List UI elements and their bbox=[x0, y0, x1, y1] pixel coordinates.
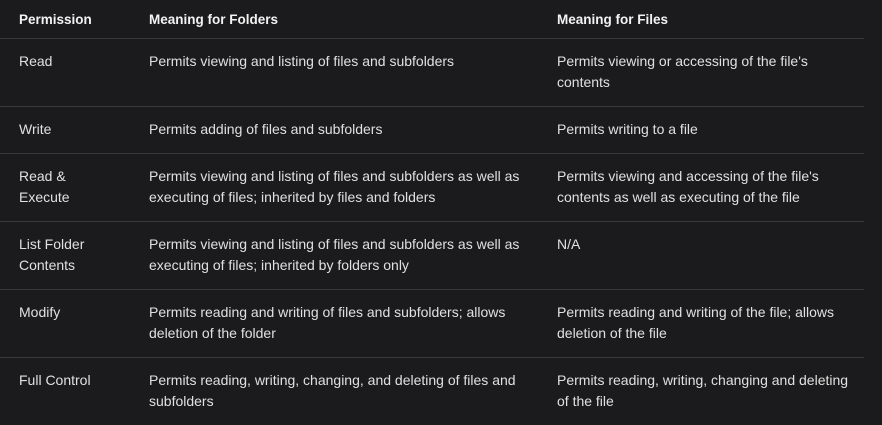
cell-permission: Modify bbox=[0, 289, 130, 358]
table-row: Read & Execute Permits viewing and listi… bbox=[0, 153, 864, 222]
table-row: Write Permits adding of files and subfol… bbox=[0, 106, 864, 154]
cell-folders: Permits adding of files and subfolders bbox=[130, 106, 537, 154]
header-row: Permission Meaning for Folders Meaning f… bbox=[0, 0, 864, 39]
table-row: Read Permits viewing and listing of file… bbox=[0, 38, 864, 107]
permissions-table: Permission Meaning for Folders Meaning f… bbox=[0, 0, 864, 425]
table-row: Full Control Permits reading, writing, c… bbox=[0, 358, 864, 425]
cell-files: Permits viewing and accessing of the fil… bbox=[537, 153, 864, 222]
cell-permission: Write bbox=[0, 106, 130, 154]
header-folders: Meaning for Folders bbox=[130, 0, 537, 39]
table-row: Modify Permits reading and writing of fi… bbox=[0, 289, 864, 358]
cell-files: Permits reading, writing, changing and d… bbox=[557, 372, 849, 409]
cell-folders: Permits reading and writing of files and… bbox=[130, 289, 537, 358]
cell-folders: Permits reading, writing, changing, and … bbox=[149, 372, 516, 409]
table-body: Read Permits viewing and listing of file… bbox=[0, 38, 864, 425]
cell-files: Permits viewing or accessing of the file… bbox=[537, 38, 864, 107]
cell-permission: Full Control bbox=[19, 372, 91, 388]
header-files: Meaning for Files bbox=[537, 0, 864, 39]
cell-folders: Permits viewing and listing of files and… bbox=[130, 38, 537, 107]
table-row: List Folder Contents Permits viewing and… bbox=[0, 221, 864, 290]
cell-files: N/A bbox=[537, 221, 864, 290]
cell-permission: Read bbox=[0, 38, 130, 107]
cell-files: Permits reading and writing of the file;… bbox=[537, 289, 864, 358]
cell-permission: Read & Execute bbox=[0, 153, 130, 222]
cell-folders: Permits viewing and listing of files and… bbox=[130, 153, 537, 222]
table-header: Permission Meaning for Folders Meaning f… bbox=[0, 0, 864, 39]
cell-files: Permits writing to a file bbox=[537, 106, 864, 154]
header-permission: Permission bbox=[0, 0, 130, 39]
cell-permission: List Folder Contents bbox=[0, 221, 130, 290]
cell-folders: Permits viewing and listing of files and… bbox=[130, 221, 537, 290]
